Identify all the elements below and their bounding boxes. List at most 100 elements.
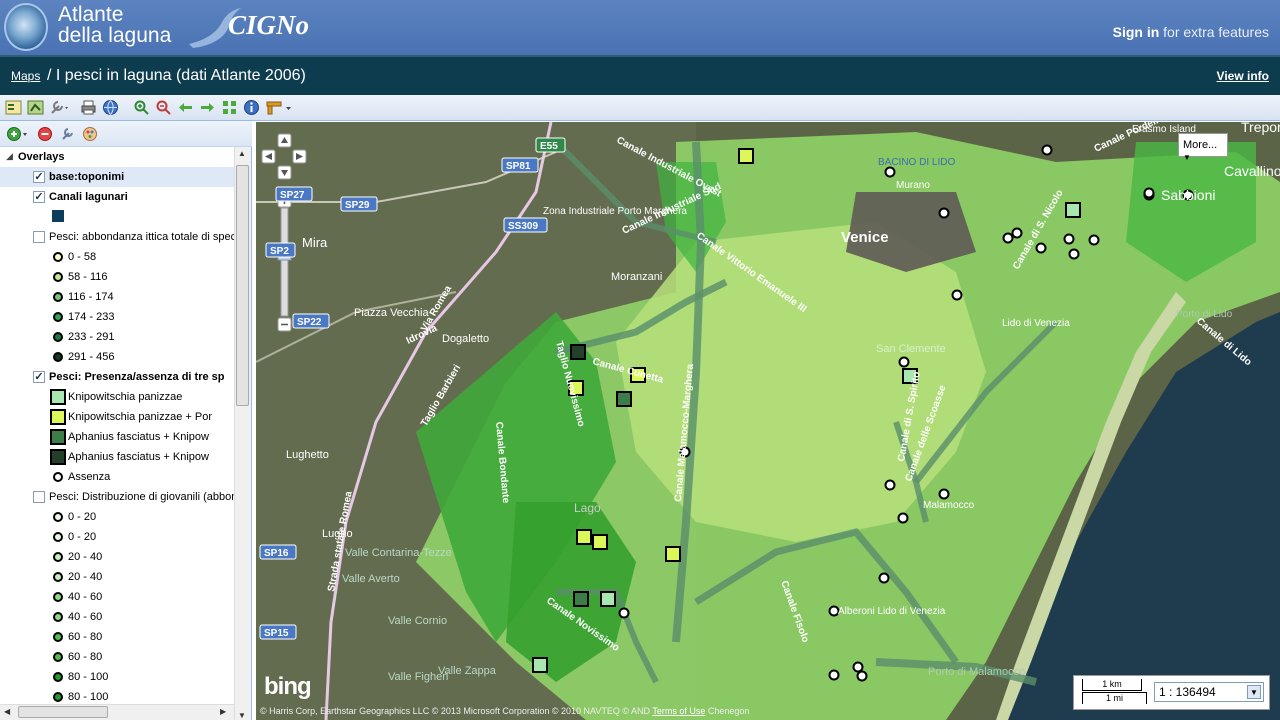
- absence-marker[interactable]: [938, 488, 950, 500]
- absence-marker[interactable]: [1068, 248, 1080, 260]
- presence-marker[interactable]: [592, 534, 608, 550]
- layer-properties-icon[interactable]: [60, 126, 76, 142]
- breadcrumb-maps-link[interactable]: Maps: [11, 69, 40, 83]
- zoom-in-icon[interactable]: [133, 99, 150, 116]
- presence-marker[interactable]: [532, 657, 548, 673]
- layer-abbondanza-checkbox[interactable]: [33, 231, 45, 243]
- absence-marker[interactable]: [852, 661, 864, 673]
- layer-canali[interactable]: Canali lagunari: [0, 187, 234, 207]
- view-info-link[interactable]: View info: [1217, 69, 1269, 83]
- scroll-up-icon[interactable]: ▲: [238, 149, 246, 158]
- chevron-down-icon[interactable]: ▼: [1247, 685, 1261, 699]
- remove-layer-icon[interactable]: [37, 126, 53, 142]
- absence-marker[interactable]: [1002, 232, 1014, 244]
- layer-toponimi[interactable]: base:toponimi: [0, 167, 234, 187]
- presence-marker[interactable]: [576, 529, 592, 545]
- presence-marker[interactable]: [570, 344, 586, 360]
- print-icon[interactable]: [80, 99, 97, 116]
- place-label: Piazza Vecchia: [354, 307, 429, 319]
- bing-logo: bing: [264, 673, 312, 700]
- legend-row: Assenza: [0, 467, 234, 487]
- scale-select[interactable]: 1 : 136494 ▼: [1154, 682, 1264, 702]
- absence-marker[interactable]: [1011, 227, 1023, 239]
- absence-marker[interactable]: [938, 207, 950, 219]
- place-label: Valle Cornio: [388, 615, 447, 627]
- collapse-triangle-icon[interactable]: ◢: [6, 151, 13, 162]
- zoom-extent-icon[interactable]: [221, 99, 238, 116]
- legend-square-symbol: [50, 449, 66, 465]
- legend-row: 80 - 100: [0, 667, 234, 687]
- legend-row: 20 - 40: [0, 547, 234, 567]
- presence-marker[interactable]: [616, 391, 632, 407]
- absence-marker[interactable]: [951, 289, 963, 301]
- title-bar: Maps / I pesci in laguna (dati Atlante 2…: [0, 55, 1280, 95]
- tools-dropdown-icon[interactable]: [49, 99, 71, 116]
- layer-giovanili[interactable]: Pesci: Distribuzione di giovanili (abbon…: [0, 487, 234, 507]
- layer-abbondanza[interactable]: Pesci: abbondanza ittica totale di spec: [0, 227, 234, 247]
- presence-marker[interactable]: [600, 591, 616, 607]
- absence-marker[interactable]: [1143, 187, 1155, 199]
- legend-row: 233 - 291: [0, 327, 234, 347]
- globe-icon[interactable]: [102, 99, 119, 116]
- product-name: CIGNo: [228, 10, 310, 40]
- scale-bar-km: 1 km: [1082, 679, 1142, 691]
- logo-globe-icon[interactable]: [4, 3, 48, 51]
- presence-marker[interactable]: [738, 148, 754, 164]
- layer-giovanili-checkbox[interactable]: [33, 491, 45, 503]
- legend-row: Aphanius fasciatus + Knipow: [0, 447, 234, 467]
- absence-marker[interactable]: [898, 356, 910, 368]
- zoom-out-icon[interactable]: [155, 99, 172, 116]
- scroll-left-icon[interactable]: ◀: [4, 707, 10, 716]
- absence-marker[interactable]: [1035, 242, 1047, 254]
- map-canvas[interactable]: Venice Mira Piazza Vecchia Dogaletto Moranza…: [256, 122, 1280, 720]
- place-label: Dogaletto: [442, 333, 489, 345]
- scroll-down-icon[interactable]: ▼: [238, 711, 246, 720]
- place-label: Lido di Venezia: [1002, 318, 1070, 329]
- layer-list-icon[interactable]: [5, 99, 22, 116]
- measure-dropdown-icon[interactable]: [265, 99, 295, 116]
- layer-toponimi-checkbox[interactable]: [33, 171, 45, 183]
- absence-marker[interactable]: [856, 670, 868, 682]
- absence-marker[interactable]: [828, 669, 840, 681]
- layer-canali-checkbox[interactable]: [33, 191, 45, 203]
- absence-marker[interactable]: [1041, 144, 1053, 156]
- info-icon[interactable]: [243, 99, 260, 116]
- map-export-icon[interactable]: [27, 99, 44, 116]
- presence-marker[interactable]: [1065, 202, 1081, 218]
- absence-marker[interactable]: [618, 607, 630, 619]
- absence-marker[interactable]: [884, 166, 896, 178]
- absence-marker[interactable]: [897, 512, 909, 524]
- place-label: Porto di Malamocco: [928, 666, 1025, 678]
- absence-marker[interactable]: [884, 479, 896, 491]
- absence-marker[interactable]: [1063, 233, 1075, 245]
- absence-marker[interactable]: [1088, 234, 1100, 246]
- place-label: Lughetto: [286, 449, 329, 461]
- hscroll-thumb[interactable]: [18, 706, 108, 718]
- more-maps-button[interactable]: More... ▼: [1178, 133, 1228, 162]
- legend-dot-symbol: [53, 472, 63, 482]
- terms-of-use-link[interactable]: Terms of Use: [652, 706, 705, 716]
- arrow-left-icon[interactable]: [177, 99, 194, 116]
- legend-label: 233 - 291: [68, 331, 115, 343]
- brand-title[interactable]: Atlante della laguna: [58, 4, 171, 46]
- add-layer-icon[interactable]: [6, 126, 30, 142]
- sign-in-bold[interactable]: Sign in: [1113, 24, 1160, 40]
- presence-marker[interactable]: [665, 546, 681, 562]
- vscroll-thumb[interactable]: [236, 165, 249, 406]
- zoom-slider-track[interactable]: [280, 207, 289, 317]
- layer-presenza[interactable]: Pesci: Presenza/assenza di tre sp: [0, 367, 234, 387]
- scroll-right-icon[interactable]: ▶: [220, 707, 226, 716]
- layer-style-icon[interactable]: [82, 126, 98, 142]
- legend-dot-symbol: [53, 312, 63, 322]
- arrow-right-icon[interactable]: [199, 99, 216, 116]
- absence-marker[interactable]: [878, 572, 890, 584]
- layer-presenza-checkbox[interactable]: [33, 371, 45, 383]
- sign-in-link[interactable]: Sign in for extra features: [1113, 24, 1269, 40]
- road-shield-label: SP16: [264, 548, 289, 559]
- map-view[interactable]: Venice Mira Piazza Vecchia Dogaletto Moranza…: [256, 122, 1280, 720]
- canali-legend-swatch: [52, 210, 64, 222]
- road-shield-label: SS309: [508, 221, 538, 232]
- road-shield-label: SP15: [264, 628, 289, 639]
- presence-marker[interactable]: [573, 591, 589, 607]
- overlays-node[interactable]: ◢ Overlays: [0, 147, 234, 167]
